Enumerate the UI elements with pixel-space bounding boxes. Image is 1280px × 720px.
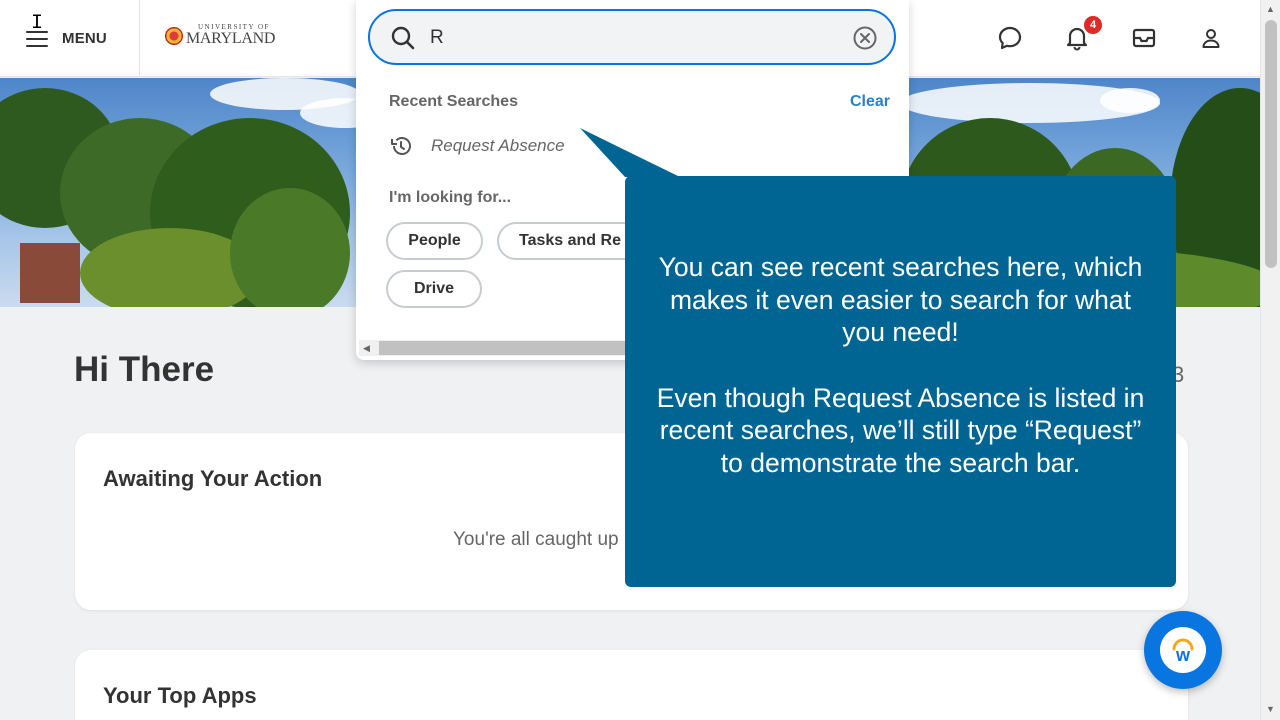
category-people-button[interactable]: People: [386, 222, 483, 260]
university-seal-icon: [165, 26, 183, 45]
recent-search-item[interactable]: Request Absence: [389, 134, 565, 158]
inbox-icon[interactable]: [1128, 22, 1160, 54]
callout-paragraph: You can see recent searches here, which …: [658, 252, 1143, 347]
history-icon: [391, 137, 411, 155]
assistant-letter: w: [1175, 644, 1190, 665]
notification-badge: 4: [1082, 14, 1104, 36]
scroll-left-icon[interactable]: ◀: [363, 343, 370, 354]
card-title: Awaiting Your Action: [103, 466, 323, 491]
logo-title: MARYLAND: [186, 30, 276, 47]
page-greeting: Hi There: [74, 350, 215, 389]
recent-search-label: Request Absence: [431, 136, 565, 155]
card-empty-message: You're all caught up: [453, 529, 619, 550]
text-cursor-icon: I: [31, 12, 44, 35]
menu-button[interactable]: MENU: [0, 0, 140, 77]
assistant-icon: w: [1160, 627, 1206, 673]
search-input[interactable]: [430, 23, 830, 53]
scroll-up-icon[interactable]: ▲: [1266, 4, 1275, 14]
vertical-scrollbar[interactable]: ▲ ▼: [1260, 0, 1280, 720]
menu-label: MENU: [62, 30, 107, 47]
card-title: Your Top Apps: [103, 683, 257, 708]
tooltip-pointer: [580, 128, 680, 177]
recent-searches-heading: Recent Searches: [389, 93, 518, 110]
scroll-down-icon[interactable]: ▼: [1266, 704, 1275, 714]
university-logo[interactable]: UNIVERSITY OF MARYLAND: [165, 24, 275, 47]
chat-icon[interactable]: [994, 22, 1026, 54]
category-drive-button[interactable]: Drive: [386, 270, 482, 308]
top-apps-card: Your Top Apps: [75, 650, 1188, 720]
clear-search-icon[interactable]: [852, 25, 878, 51]
tutorial-callout: You can see recent searches here, which …: [625, 176, 1176, 587]
clear-recent-button[interactable]: Clear: [850, 93, 890, 111]
assistant-button[interactable]: w: [1144, 611, 1222, 689]
profile-icon[interactable]: [1195, 22, 1227, 54]
scrollbar-thumb[interactable]: [1265, 20, 1277, 268]
search-bar[interactable]: [368, 9, 896, 65]
looking-for-heading: I'm looking for...: [389, 189, 512, 206]
callout-paragraph: Even though Request Absence is listed in…: [656, 382, 1145, 478]
search-icon: [391, 26, 415, 50]
